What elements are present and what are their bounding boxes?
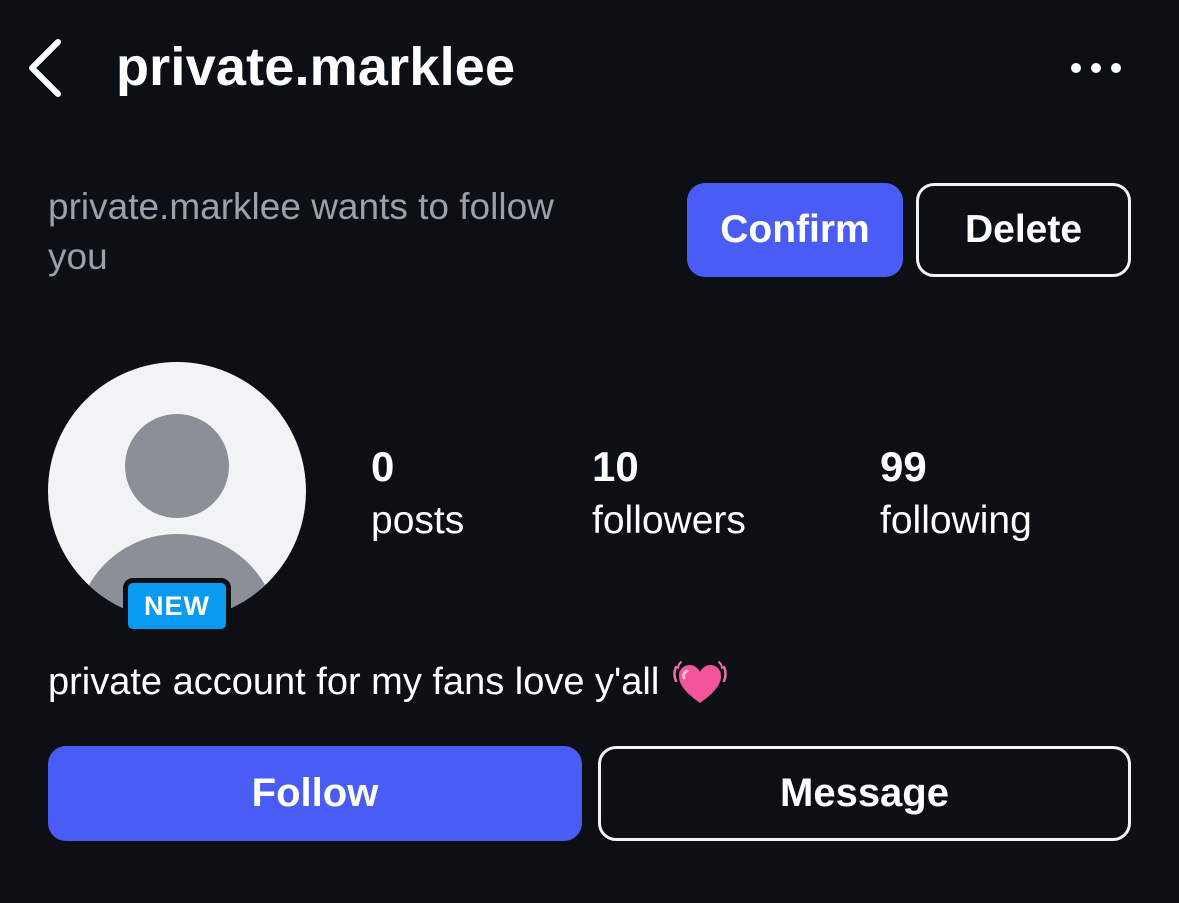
beating-heart-icon bbox=[673, 659, 728, 709]
more-options-button[interactable] bbox=[1062, 50, 1132, 86]
avatar-head-shape bbox=[125, 414, 229, 518]
page-title: private.marklee bbox=[116, 37, 516, 97]
followers-stat[interactable]: 10 followers bbox=[592, 440, 746, 548]
message-button[interactable]: Message bbox=[598, 746, 1131, 841]
following-stat[interactable]: 99 following bbox=[880, 440, 1032, 548]
bio: private account for my fans love y'all bbox=[48, 654, 728, 710]
followers-label: followers bbox=[592, 499, 746, 542]
posts-label: posts bbox=[371, 499, 465, 542]
follow-request-text: private.marklee wants to follow you bbox=[48, 186, 554, 277]
posts-count: 0 bbox=[371, 443, 395, 490]
delete-button[interactable]: Delete bbox=[916, 183, 1131, 277]
following-label: following bbox=[880, 499, 1032, 542]
profile-screen: private.marklee private.marklee wants to… bbox=[0, 0, 1179, 903]
chevron-left-icon bbox=[29, 39, 61, 97]
new-badge: NEW bbox=[123, 578, 231, 634]
confirm-button[interactable]: Confirm bbox=[687, 183, 903, 277]
following-count: 99 bbox=[880, 443, 927, 490]
followers-count: 10 bbox=[592, 443, 639, 490]
back-button[interactable] bbox=[22, 36, 72, 100]
more-horizontal-icon bbox=[1071, 63, 1121, 73]
posts-stat[interactable]: 0 posts bbox=[371, 440, 464, 548]
follow-button[interactable]: Follow bbox=[48, 746, 582, 841]
bio-text: private account for my fans love y'all bbox=[48, 661, 660, 703]
